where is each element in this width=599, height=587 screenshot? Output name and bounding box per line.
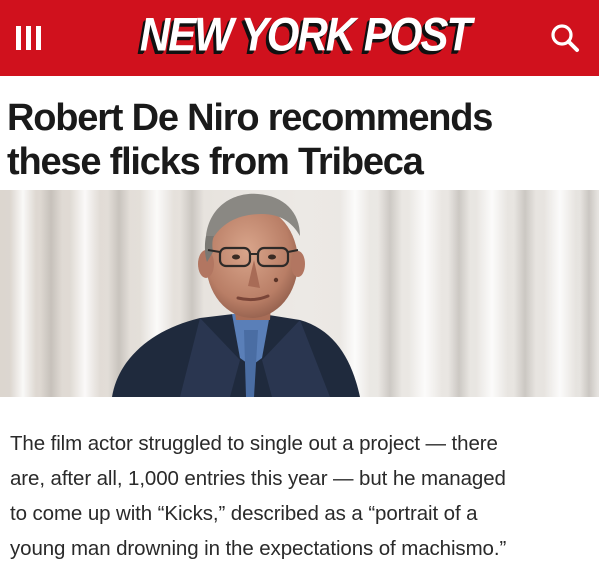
body-line-1: The film actor struggled to single out a… [10,432,498,455]
article-photo[interactable] [0,190,599,397]
headline-line-1: Robert De Niro recommends [7,97,493,139]
article-headline[interactable]: Robert De Niro recommends these flicks f… [7,96,597,184]
menu-bar-3 [36,26,41,50]
hamburger-menu-icon[interactable] [16,26,42,50]
body-line-3: to come up with “Kicks,” described as a … [10,502,478,525]
site-logo[interactable]: NEW YORK POST [139,8,472,62]
header-bar: NEW YORK POST [0,0,599,76]
article-body: The film actor struggled to single out a… [10,426,595,566]
site-logo-text: NEW YORK POST [139,8,472,61]
body-line-4: young man drowning in the expectations o… [10,537,507,560]
body-line-2: are, after all, 1,000 entries this year … [10,467,506,490]
menu-bar-1 [16,26,21,50]
menu-bar-2 [26,26,31,50]
search-icon[interactable] [548,22,582,56]
headline-line-2: these flicks from Tribeca [7,141,424,183]
